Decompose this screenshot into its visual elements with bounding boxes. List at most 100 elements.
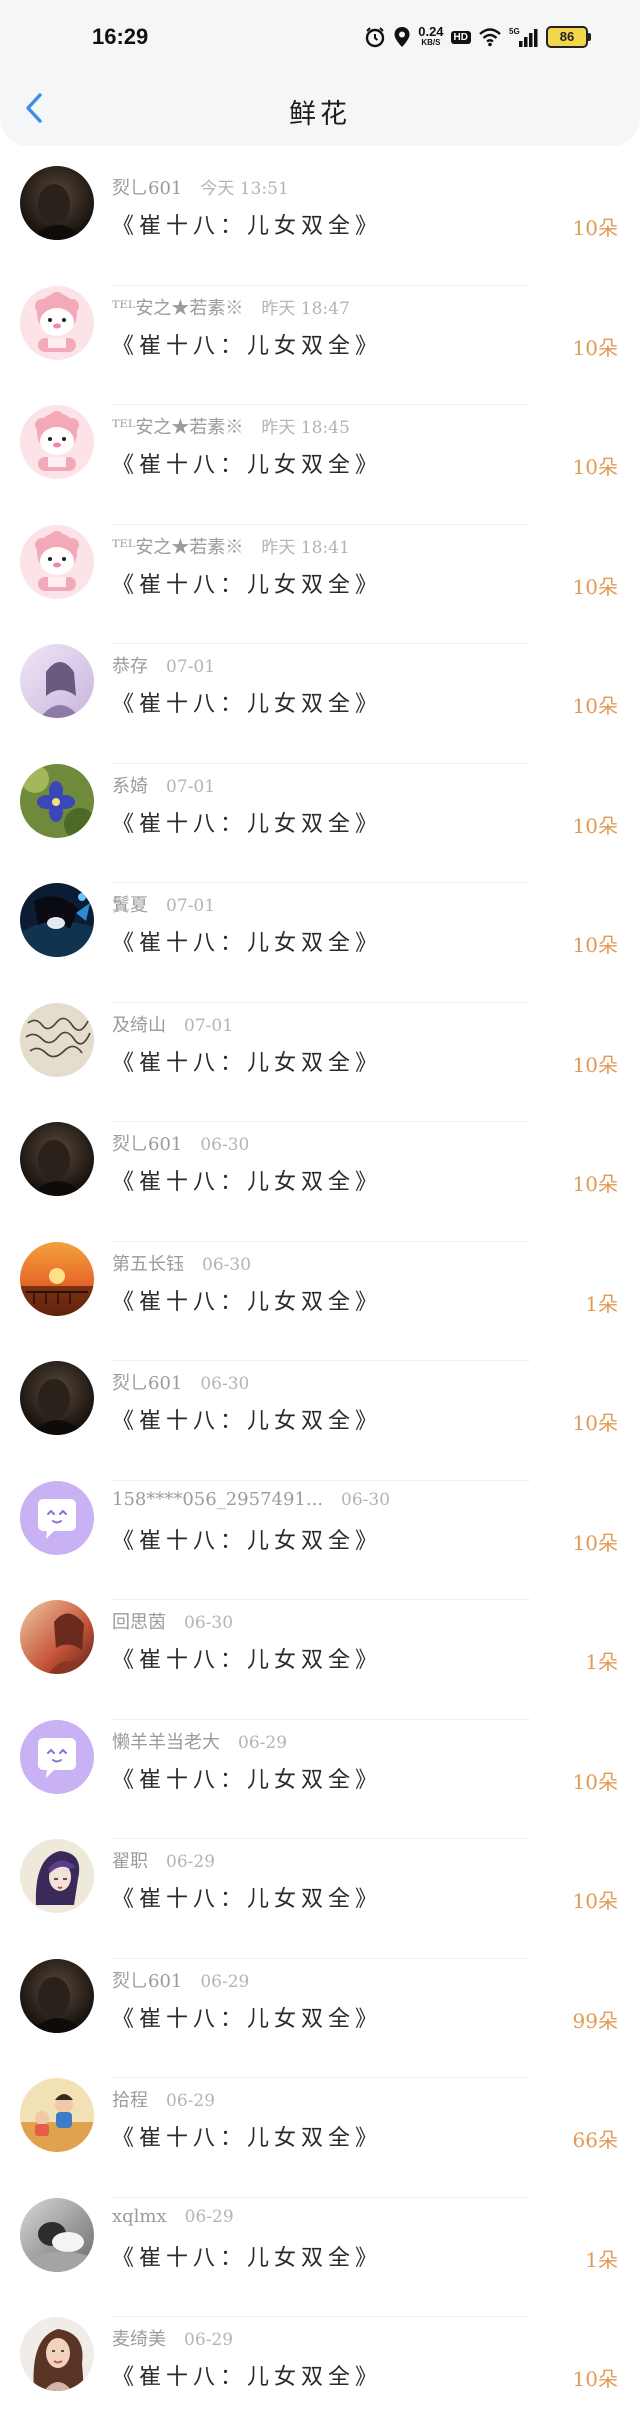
avatar[interactable]: [20, 1002, 94, 1077]
sender-name[interactable]: 烮乚601: [112, 1971, 182, 1992]
sender-name[interactable]: 158****056_2957491...: [112, 1489, 323, 1510]
sender-name[interactable]: 鬒夏: [112, 895, 148, 916]
alarm-icon: [364, 26, 386, 48]
list-item[interactable]: 第五长钰 06-30 《崔十八：儿女双全》 1朵: [0, 1241, 640, 1361]
sender-name[interactable]: 第五长钰: [112, 1254, 184, 1275]
hd-badge: HD: [450, 30, 471, 44]
avatar[interactable]: [20, 1122, 94, 1196]
list-item[interactable]: 158****056_2957491... 06-30 《崔十八：儿女双全》 10朵: [0, 1480, 640, 1600]
list-item[interactable]: ᵀᴱᴸ安之★若素※ 昨天 18:41 《崔十八：儿女双全》 10朵: [0, 524, 640, 644]
avatar[interactable]: [20, 1839, 94, 1913]
avatar[interactable]: [20, 1600, 94, 1674]
list-item[interactable]: 回思茵 06-30 《崔十八：儿女双全》 1朵: [0, 1600, 640, 1720]
avatar[interactable]: [20, 1958, 94, 2033]
sender-name[interactable]: 系婍: [112, 776, 148, 797]
book-title: 《崔十八：儿女双全》: [112, 1887, 383, 1912]
send-time: 昨天 18:47: [261, 298, 350, 319]
list-item[interactable]: 烮乚601 06-29 《崔十八：儿女双全》 99朵: [0, 1958, 640, 2078]
book-title: 《崔十八：儿女双全》: [112, 1170, 383, 1195]
list-item[interactable]: 烮乚601 06-30 《崔十八：儿女双全》 10朵: [0, 1122, 640, 1242]
list-item[interactable]: 恭存 07-01 《崔十八：儿女双全》 10朵: [0, 644, 640, 764]
flower-count: 10朵: [572, 1411, 618, 1435]
flower-count: 10朵: [572, 1889, 618, 1913]
send-time: 07-01: [166, 776, 216, 797]
list-item[interactable]: 烮乚601 06-30 《崔十八：儿女双全》 10朵: [0, 1361, 640, 1481]
list-item[interactable]: xqlmx 06-29 《崔十八：儿女双全》 1朵: [0, 2197, 640, 2317]
sender-name[interactable]: 翟职: [112, 1851, 148, 1872]
send-time: 昨天 18:45: [261, 418, 350, 438]
net-speed: 0.24 KB/S: [418, 25, 443, 48]
send-time: 06-30: [341, 1489, 391, 1510]
avatar[interactable]: [20, 2078, 94, 2152]
book-title: 《崔十八：儿女双全》: [112, 1528, 383, 1554]
sender-line: 翟职 06-29: [112, 1847, 215, 1873]
avatar[interactable]: [20, 883, 94, 957]
send-time: 06-29: [166, 1852, 216, 1872]
sender-line: 及绮山 07-01: [112, 1011, 233, 1037]
avatar[interactable]: [20, 1361, 94, 1435]
list-item[interactable]: 鬒夏 07-01 《崔十八：儿女双全》 10朵: [0, 883, 640, 1003]
sender-line: ᵀᴱᴸ安之★若素※ 昨天 18:47: [112, 294, 350, 320]
avatar[interactable]: [20, 644, 94, 718]
avatar[interactable]: [20, 2197, 94, 2272]
list-item[interactable]: ᵀᴱᴸ安之★若素※ 昨天 18:47 《崔十八：儿女双全》 10朵: [0, 285, 640, 405]
send-time: 06-29: [238, 1732, 288, 1753]
flower-count: 1朵: [585, 1650, 618, 1674]
list-item[interactable]: 系婍 07-01 《崔十八：儿女双全》 10朵: [0, 763, 640, 883]
sender-name[interactable]: ᵀᴱᴸ安之★若素※: [112, 417, 243, 438]
status-icons: 0.24 KB/S HD 5G 86: [364, 24, 591, 50]
avatar[interactable]: [20, 166, 94, 240]
book-title: 《崔十八：儿女双全》: [112, 572, 383, 598]
net-speed-unit: KB/S: [421, 38, 441, 47]
avatar[interactable]: [20, 1480, 94, 1555]
avatar[interactable]: [20, 1241, 94, 1316]
sender-name[interactable]: 烮乚601: [112, 178, 182, 199]
avatar[interactable]: [20, 763, 94, 838]
sender-name[interactable]: 烮乚601: [112, 1373, 182, 1394]
avatar[interactable]: [20, 405, 94, 479]
send-time: 06-29: [200, 1971, 250, 1992]
sender-name[interactable]: 麦绮美: [112, 2329, 166, 2350]
avatar[interactable]: [20, 2317, 94, 2391]
flower-count: 1朵: [585, 2247, 618, 2272]
location-icon: [393, 26, 411, 48]
sender-line: 158****056_2957491... 06-30: [112, 1489, 390, 1510]
sender-line: xqlmx 06-29: [112, 2206, 234, 2227]
sender-name[interactable]: 烮乚601: [112, 1134, 182, 1155]
book-title: 《崔十八：儿女双全》: [112, 1648, 383, 1673]
list-item[interactable]: ᵀᴱᴸ安之★若素※ 昨天 18:45 《崔十八：儿女双全》 10朵: [0, 405, 640, 525]
sender-name[interactable]: 及绮山: [112, 1015, 166, 1036]
sender-line: 烮乚601 06-29: [112, 1967, 249, 1993]
sender-name[interactable]: 恭存: [112, 656, 148, 677]
send-time: 07-01: [166, 896, 216, 916]
flower-count: 66朵: [572, 2128, 618, 2152]
list-item[interactable]: 翟职 06-29 《崔十八：儿女双全》 10朵: [0, 1839, 640, 1959]
avatar[interactable]: [20, 1719, 94, 1794]
send-time: 06-29: [184, 2330, 234, 2350]
send-time: 06-30: [200, 1135, 250, 1155]
avatar[interactable]: [20, 285, 94, 360]
avatar[interactable]: [20, 524, 94, 599]
flower-record-list: 烮乚601 今天 13:51 《崔十八：儿女双全》 10朵 ᵀᴱᴸ安之★若素※ 昨天 18…: [0, 166, 640, 2421]
book-title: 《崔十八：儿女双全》: [112, 1409, 383, 1434]
list-item[interactable]: 麦绮美 06-29 《崔十八：儿女双全》 10朵: [0, 2317, 640, 2421]
flower-count: 10朵: [572, 455, 618, 479]
list-item[interactable]: 烮乚601 今天 13:51 《崔十八：儿女双全》 10朵: [0, 166, 640, 286]
book-title: 《崔十八：儿女双全》: [112, 1289, 383, 1315]
flower-count: 10朵: [572, 1769, 618, 1794]
flower-count: 99朵: [572, 2008, 618, 2033]
sender-name[interactable]: ᵀᴱᴸ安之★若素※: [112, 298, 243, 319]
sender-line: 懒羊羊当老大 06-29: [112, 1728, 287, 1754]
list-item[interactable]: 懒羊羊当老大 06-29 《崔十八：儿女双全》 10朵: [0, 1719, 640, 1839]
sender-line: 拾程 06-29: [112, 2086, 215, 2112]
list-item[interactable]: 拾程 06-29 《崔十八：儿女双全》 66朵: [0, 2078, 640, 2198]
flower-count: 10朵: [572, 1530, 618, 1555]
sender-name[interactable]: xqlmx: [112, 2206, 167, 2227]
sender-name[interactable]: ᵀᴱᴸ安之★若素※: [112, 537, 243, 558]
sender-name[interactable]: 回思茵: [112, 1612, 166, 1633]
wifi-icon: [478, 27, 502, 47]
sender-name[interactable]: 拾程: [112, 2090, 148, 2111]
list-item[interactable]: 及绮山 07-01 《崔十八：儿女双全》 10朵: [0, 1002, 640, 1122]
sender-name[interactable]: 懒羊羊当老大: [112, 1732, 220, 1753]
flower-count: 1朵: [585, 1291, 618, 1316]
